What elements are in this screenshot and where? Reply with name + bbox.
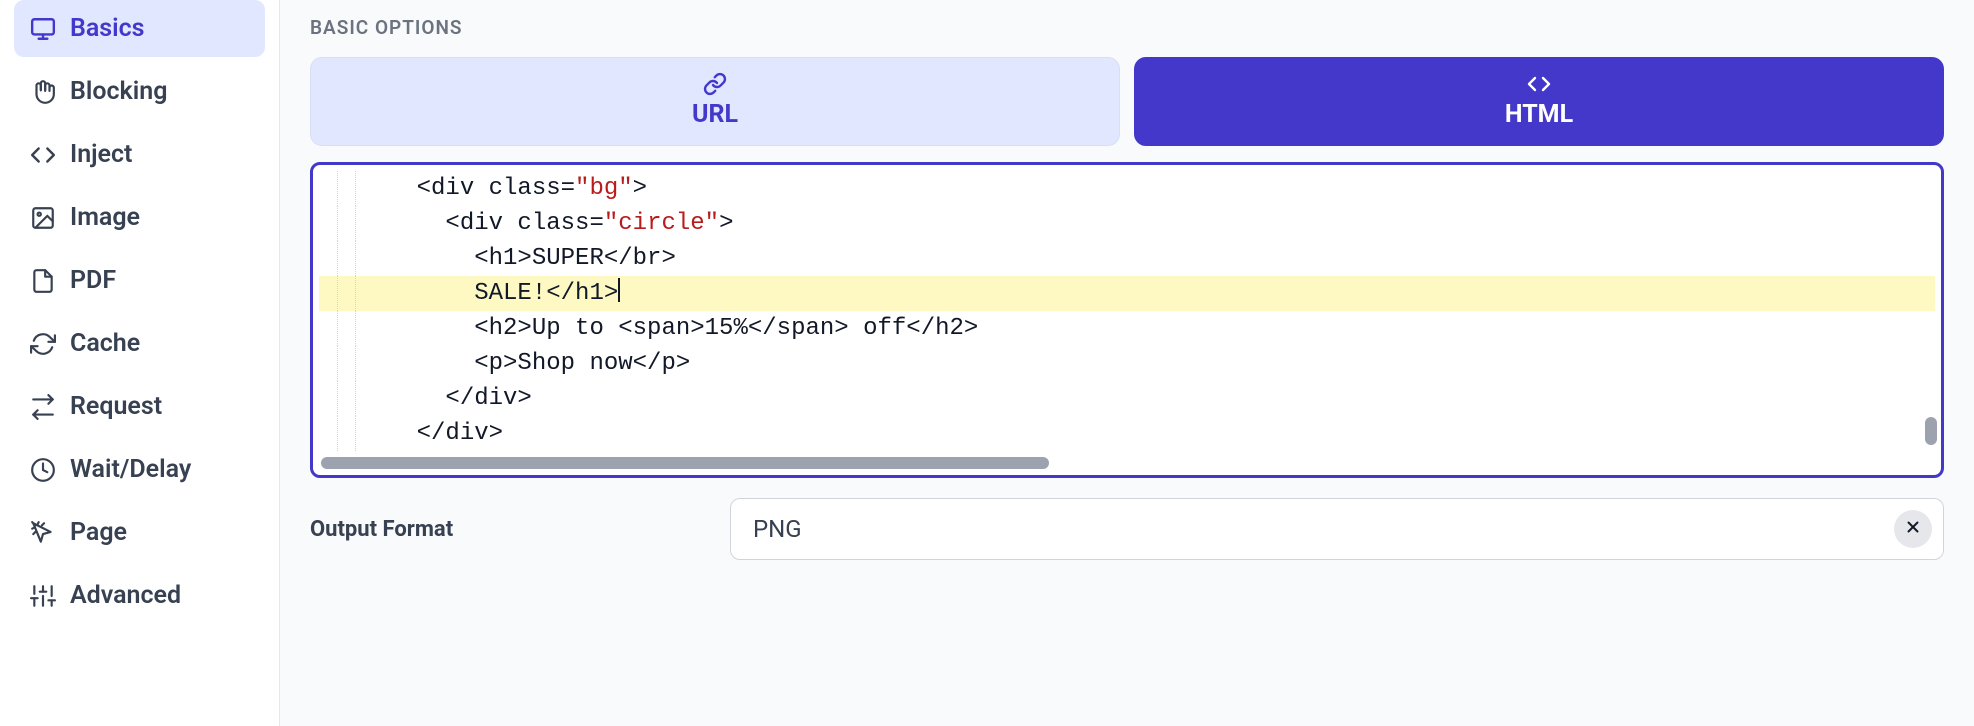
hand-icon	[30, 79, 56, 105]
sidebar-item-page[interactable]: Page	[14, 504, 265, 561]
monitor-icon	[30, 16, 56, 42]
tab-url[interactable]: URL	[310, 57, 1120, 146]
link-icon	[703, 72, 727, 96]
close-icon	[1904, 518, 1922, 540]
sidebar-item-inject[interactable]: Inject	[14, 126, 265, 183]
output-format-select[interactable]: PNG	[730, 498, 1944, 560]
output-format-select-wrap: PNG	[730, 498, 1944, 560]
cursor-icon	[30, 520, 56, 546]
clock-icon	[30, 457, 56, 483]
sidebar-item-label: Cache	[70, 329, 140, 358]
clear-button[interactable]	[1894, 510, 1932, 548]
section-header: BASIC OPTIONS	[280, 0, 1974, 57]
file-icon	[30, 268, 56, 294]
sliders-icon	[30, 583, 56, 609]
tab-label: HTML	[1505, 100, 1573, 129]
sidebar-item-label: Wait/Delay	[70, 455, 191, 484]
sidebar-item-advanced[interactable]: Advanced	[14, 567, 265, 624]
sidebar-item-pdf[interactable]: PDF	[14, 252, 265, 309]
horizontal-scrollbar-thumb[interactable]	[321, 457, 1049, 469]
html-editor[interactable]: <div class="bg"> <div class="circle"> <h…	[310, 162, 1944, 478]
sidebar-item-label: Basics	[70, 14, 145, 43]
vertical-scrollbar-thumb[interactable]	[1925, 417, 1937, 445]
sidebar-item-label: Image	[70, 203, 140, 232]
sidebar-item-wait-delay[interactable]: Wait/Delay	[14, 441, 265, 498]
sidebar-item-image[interactable]: Image	[14, 189, 265, 246]
refresh-icon	[30, 331, 56, 357]
horizontal-scrollbar[interactable]	[319, 457, 1935, 469]
sidebar-item-request[interactable]: Request	[14, 378, 265, 435]
tab-label: URL	[692, 100, 738, 129]
main-panel: BASIC OPTIONS URL HTML <div class="bg"> …	[280, 0, 1974, 726]
input-mode-tabs: URL HTML	[280, 57, 1974, 162]
output-format-row: Output Format PNG	[280, 478, 1974, 560]
output-format-label: Output Format	[310, 517, 710, 542]
code-icon	[30, 142, 56, 168]
sidebar-item-basics[interactable]: Basics	[14, 0, 265, 57]
sidebar-item-label: Page	[70, 518, 127, 547]
code-icon	[1527, 72, 1551, 96]
sidebar-item-label: Blocking	[70, 77, 167, 106]
sidebar-item-label: PDF	[70, 266, 116, 295]
swap-icon	[30, 394, 56, 420]
sidebar-item-cache[interactable]: Cache	[14, 315, 265, 372]
image-icon	[30, 205, 56, 231]
sidebar-item-label: Request	[70, 392, 162, 421]
sidebar: Basics Blocking Inject Image PDF Cache	[0, 0, 280, 726]
sidebar-item-label: Advanced	[70, 581, 181, 610]
sidebar-item-blocking[interactable]: Blocking	[14, 63, 265, 120]
sidebar-item-label: Inject	[70, 140, 132, 169]
code-content[interactable]: <div class="bg"> <div class="circle"> <h…	[319, 171, 1935, 455]
tab-html[interactable]: HTML	[1134, 57, 1944, 146]
